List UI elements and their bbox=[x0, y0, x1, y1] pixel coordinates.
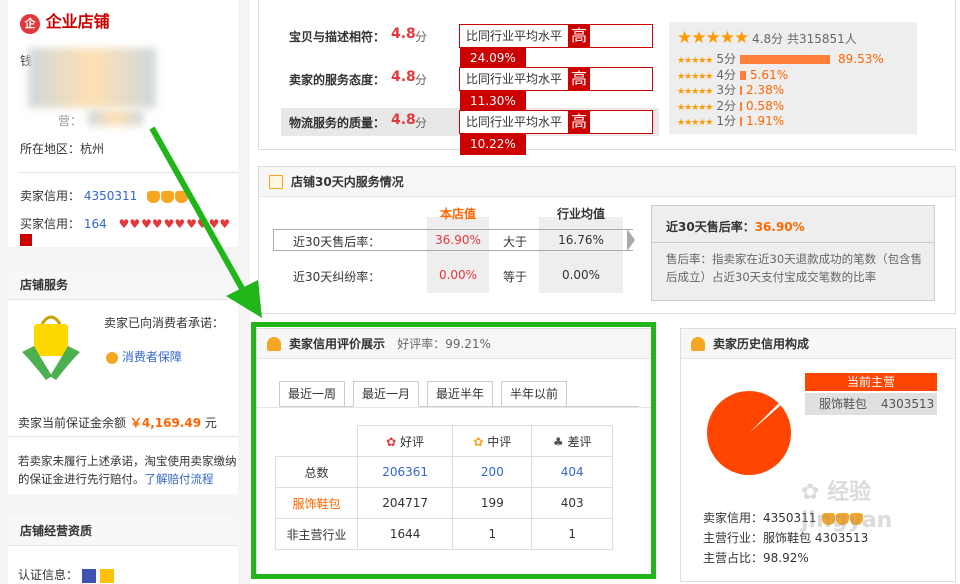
annotation-arrow bbox=[149, 126, 247, 294]
annotation-arrowhead bbox=[226, 280, 262, 318]
annotation-highlight-box bbox=[251, 322, 656, 579]
